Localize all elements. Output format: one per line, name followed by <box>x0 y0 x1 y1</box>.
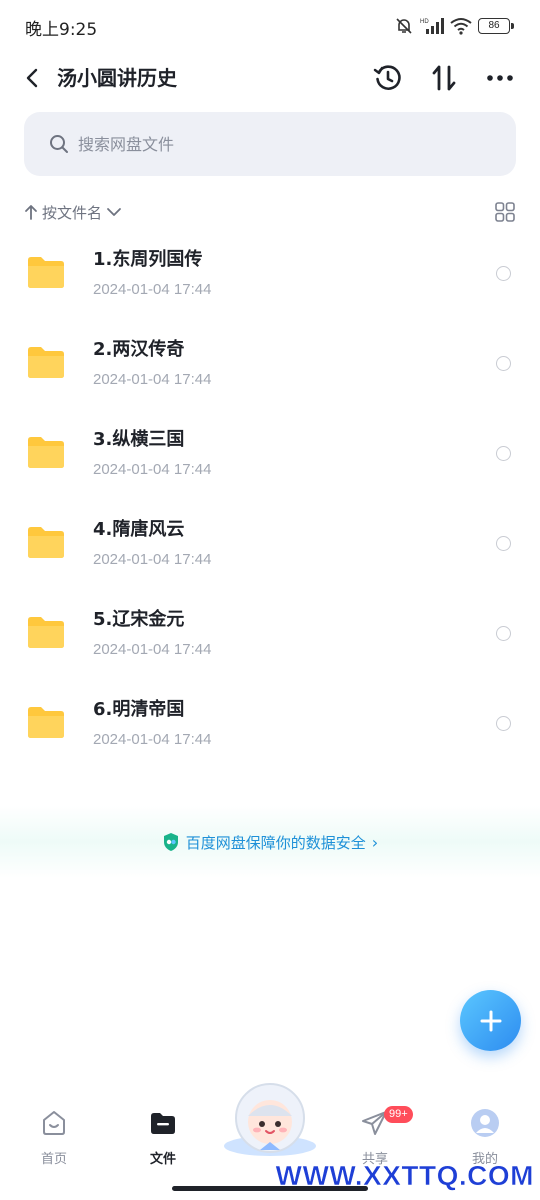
more-dots-icon <box>487 75 513 81</box>
wifi-icon <box>450 18 472 35</box>
avatar-icon <box>471 1109 499 1137</box>
search-icon <box>50 135 68 153</box>
arrow-up-icon <box>25 205 37 220</box>
select-radio[interactable] <box>496 536 511 551</box>
tab-label: 文件 <box>149 1152 176 1167</box>
status-time: 晚上9:25 <box>25 20 98 40</box>
folder-icon <box>151 1113 175 1134</box>
add-button[interactable] <box>460 990 521 1051</box>
folder-icon <box>28 257 64 288</box>
file-date: 2024-01-04 17:44 <box>93 551 212 568</box>
file-name: 5.辽宋金元 <box>93 609 185 630</box>
grid-view-icon[interactable] <box>494 201 516 223</box>
file-date: 2024-01-04 17:44 <box>93 461 212 478</box>
file-name: 3.纵横三国 <box>93 429 185 450</box>
file-date: 2024-01-04 17:44 <box>93 371 212 388</box>
safety-text: 百度网盘保障你的数据安全 <box>185 833 366 852</box>
file-row[interactable]: 4.隋唐风云 2024-01-04 17:44 <box>0 498 540 588</box>
folder-icon <box>28 707 64 738</box>
sort-by-name-button[interactable]: 按文件名 <box>24 198 122 226</box>
notification-badge: 99+ <box>384 1106 413 1123</box>
select-radio[interactable] <box>496 716 511 731</box>
sort-arrows-icon <box>432 65 456 91</box>
file-row[interactable]: 5.辽宋金元 2024-01-04 17:44 <box>0 588 540 678</box>
file-date: 2024-01-04 17:44 <box>93 731 212 748</box>
svg-text:HD: HD <box>420 19 429 25</box>
file-row[interactable]: 1.东周列国传 2024-01-04 17:44 <box>0 228 540 318</box>
chevron-left-icon <box>26 68 38 88</box>
home-icon <box>43 1111 65 1135</box>
folder-icon <box>28 347 64 378</box>
watermark-text: WWW.XXTTQ.COM <box>275 1160 534 1192</box>
file-name: 2.两汉传奇 <box>93 339 185 360</box>
file-name: 4.隋唐风云 <box>93 519 185 540</box>
file-row[interactable]: 2.两汉传奇 2024-01-04 17:44 <box>0 318 540 408</box>
nav-bar: 汤小圆讲历史 <box>0 52 540 104</box>
folder-icon <box>28 437 64 468</box>
back-button[interactable] <box>18 64 46 92</box>
select-radio[interactable] <box>496 626 511 641</box>
tab-profile[interactable]: 我的 <box>445 1108 525 1168</box>
tab-files[interactable]: 文件 <box>123 1108 203 1168</box>
folder-icon <box>28 527 64 558</box>
status-bar: 晚上9:25 HD 86 <box>0 0 540 52</box>
file-row[interactable]: 3.纵横三国 2024-01-04 17:44 <box>0 408 540 498</box>
file-name: 1.东周列国传 <box>93 249 203 270</box>
file-date: 2024-01-04 17:44 <box>93 641 212 658</box>
search-bar[interactable] <box>24 112 516 176</box>
tab-label: 首页 <box>40 1152 67 1167</box>
plus-icon <box>480 1010 501 1031</box>
history-button[interactable] <box>372 62 404 94</box>
page-title: 汤小圆讲历史 <box>57 66 177 90</box>
mascot-icon[interactable] <box>220 1080 320 1160</box>
folder-icon <box>28 617 64 648</box>
tab-home[interactable]: 首页 <box>14 1108 94 1168</box>
select-radio[interactable] <box>496 266 511 281</box>
search-input[interactable] <box>78 128 478 160</box>
sort-row: 按文件名 <box>24 198 516 226</box>
file-name: 6.明清帝国 <box>93 699 185 720</box>
file-date: 2024-01-04 17:44 <box>93 281 212 298</box>
file-list: 1.东周列国传 2024-01-04 17:44 2.两汉传奇 2024-01-… <box>0 228 540 768</box>
chevron-right-icon: › <box>371 832 379 852</box>
sort-order-button[interactable] <box>428 62 460 94</box>
status-icons: HD 86 <box>394 15 514 37</box>
history-icon <box>373 65 401 90</box>
file-row[interactable]: 6.明清帝国 2024-01-04 17:44 <box>0 678 540 768</box>
select-radio[interactable] <box>496 356 511 371</box>
signal-icon: HD <box>420 18 444 34</box>
select-radio[interactable] <box>496 446 511 461</box>
shield-icon <box>163 833 178 851</box>
more-button[interactable] <box>484 62 516 94</box>
chevron-down-icon <box>107 208 121 216</box>
data-safety-banner[interactable]: 百度网盘保障你的数据安全 › <box>0 806 540 878</box>
battery-indicator: 86 <box>478 18 514 34</box>
sort-label: 按文件名 <box>42 203 103 222</box>
mute-bell-icon <box>396 18 412 34</box>
